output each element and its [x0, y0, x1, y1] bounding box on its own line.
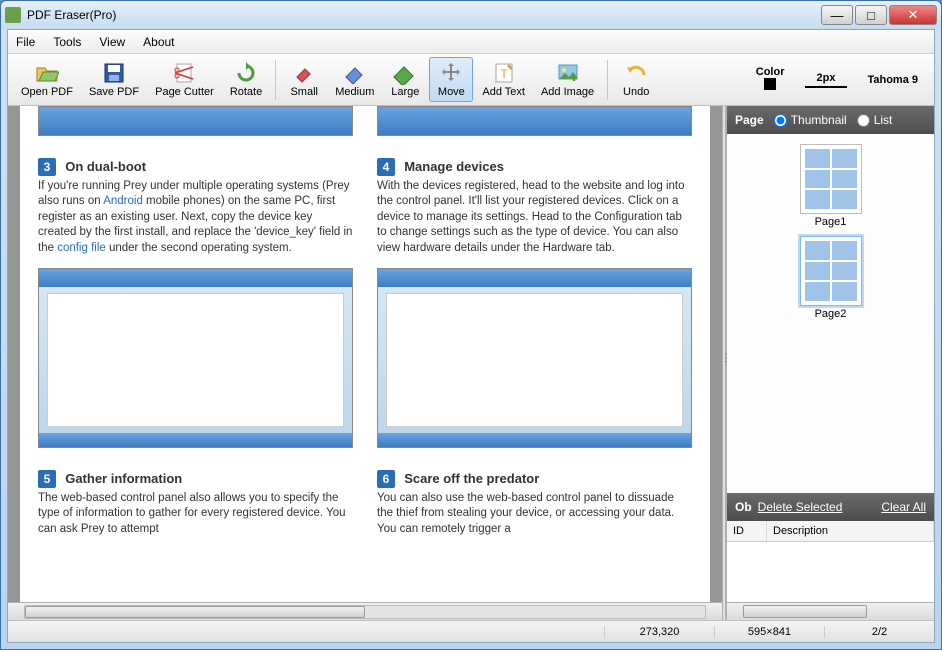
step-title: Scare off the predator — [404, 471, 539, 486]
menu-file[interactable]: File — [16, 35, 35, 49]
eraser-medium-button[interactable]: Medium — [328, 57, 381, 102]
image-icon — [556, 61, 580, 85]
col-description[interactable]: Description — [767, 521, 934, 541]
scissors-icon — [172, 61, 196, 85]
open-pdf-button[interactable]: Open PDF — [14, 57, 80, 102]
doc-screenshot — [38, 268, 353, 448]
step-5-block: 5 Gather information The web-based contr… — [38, 470, 353, 537]
col-id[interactable]: ID — [727, 521, 767, 541]
menu-tools[interactable]: Tools — [53, 35, 81, 49]
step-6-block: 6 Scare off the predator You can also us… — [377, 470, 692, 537]
side-horizontal-scrollbar[interactable] — [727, 602, 934, 620]
close-button[interactable]: ✕ — [889, 5, 937, 25]
page-content: 3 On dual-boot If you're running Prey un… — [20, 106, 710, 602]
table-body — [727, 542, 934, 602]
step-title: Gather information — [65, 471, 182, 486]
splitter-handle[interactable] — [722, 106, 726, 620]
toolbar: Open PDF Save PDF Page Cutter Rotate Sma… — [8, 54, 934, 106]
eraser-large-button[interactable]: Large — [383, 57, 427, 102]
save-pdf-button[interactable]: Save PDF — [82, 57, 146, 102]
step-title: On dual-boot — [65, 159, 146, 174]
step-body: The web-based control panel also allows … — [38, 491, 353, 538]
step-3-block: 3 On dual-boot If you're running Prey un… — [38, 158, 353, 256]
page-cutter-button[interactable]: Page Cutter — [148, 57, 221, 102]
document-viewport[interactable]: 3 On dual-boot If you're running Prey un… — [8, 106, 722, 602]
horizontal-scrollbar[interactable] — [8, 602, 722, 620]
doc-screenshot — [377, 268, 692, 448]
step-number: 3 — [38, 158, 56, 176]
menubar: File Tools View About — [8, 30, 934, 54]
step-body: With the devices registered, head to the… — [377, 179, 692, 257]
color-swatch-icon — [764, 78, 776, 90]
page-panel-header: Page Thumbnail List — [727, 106, 934, 134]
scrollbar-thumb[interactable] — [25, 606, 365, 618]
font-picker[interactable]: Tahoma 9 — [867, 74, 918, 86]
eraser-large-icon — [393, 61, 417, 85]
minimize-button[interactable]: — — [821, 5, 853, 25]
folder-open-icon — [35, 61, 59, 85]
step-number: 6 — [377, 470, 395, 488]
add-image-button[interactable]: Add Image — [534, 57, 601, 102]
window-controls: — □ ✕ — [821, 5, 937, 25]
maximize-button[interactable]: □ — [855, 5, 887, 25]
separator — [607, 60, 608, 100]
line-width-picker[interactable]: 2px — [805, 72, 848, 88]
objects-panel-header: Ob Delete Selected Clear All — [727, 493, 934, 521]
delete-selected-link[interactable]: Delete Selected — [758, 500, 843, 514]
eraser-small-icon — [292, 61, 316, 85]
view-list-radio[interactable]: List — [857, 113, 893, 127]
app-icon — [5, 7, 21, 23]
thumb-label: Page1 — [800, 216, 862, 228]
link-config-file[interactable]: config file — [57, 242, 106, 254]
step-number: 4 — [377, 158, 395, 176]
table-header: ID Description — [727, 521, 934, 542]
add-text-button[interactable]: T Add Text — [475, 57, 532, 102]
window-title: PDF Eraser(Pro) — [27, 8, 821, 22]
doc-screenshot — [38, 106, 353, 136]
rotate-button[interactable]: Rotate — [223, 57, 269, 102]
status-page-number: 2/2 — [824, 626, 934, 638]
titlebar[interactable]: PDF Eraser(Pro) — □ ✕ — [1, 1, 941, 29]
app-window: PDF Eraser(Pro) — □ ✕ File Tools View Ab… — [0, 0, 942, 650]
floppy-icon — [102, 61, 126, 85]
page-thumbnail-2[interactable]: Page2 — [800, 236, 862, 320]
link-android[interactable]: Android — [103, 195, 143, 207]
eraser-medium-icon — [343, 61, 367, 85]
objects-label: Ob — [735, 500, 752, 514]
step-4-block: 4 Manage devices With the devices regist… — [377, 158, 692, 256]
step-body: You can also use the web-based control p… — [377, 491, 692, 538]
move-button[interactable]: Move — [429, 57, 473, 102]
menu-view[interactable]: View — [99, 35, 125, 49]
toolbar-right: Color 2px Tahoma 9 — [756, 66, 928, 93]
menu-about[interactable]: About — [143, 35, 174, 49]
side-panel: Page Thumbnail List Page1 Page2 — [726, 106, 934, 620]
doc-screenshot — [377, 106, 692, 136]
objects-table: ID Description — [727, 521, 934, 602]
undo-icon — [624, 61, 648, 85]
statusbar: 273,320 595×841 2/2 — [8, 620, 934, 642]
status-coordinates: 273,320 — [604, 626, 714, 638]
step-title: Manage devices — [404, 159, 504, 174]
client-area: File Tools View About Open PDF Save PDF … — [7, 29, 935, 643]
canvas-area: 3 On dual-boot If you're running Prey un… — [8, 106, 722, 620]
scrollbar-thumb[interactable] — [743, 605, 867, 618]
thumbnails-area: Page1 Page2 — [727, 134, 934, 493]
view-thumbnail-radio[interactable]: Thumbnail — [774, 113, 847, 127]
text-icon: T — [492, 61, 516, 85]
thumb-label: Page2 — [800, 308, 862, 320]
color-picker[interactable]: Color — [756, 66, 785, 93]
eraser-small-button[interactable]: Small — [282, 57, 326, 102]
step-number: 5 — [38, 470, 56, 488]
clear-all-link[interactable]: Clear All — [881, 500, 926, 514]
separator — [275, 60, 276, 100]
page-label: Page — [735, 113, 764, 127]
rotate-icon — [234, 61, 258, 85]
undo-button[interactable]: Undo — [614, 57, 658, 102]
move-icon — [439, 61, 463, 85]
workspace: 3 On dual-boot If you're running Prey un… — [8, 106, 934, 620]
status-dimensions: 595×841 — [714, 626, 824, 638]
svg-text:T: T — [500, 67, 508, 81]
step-body: If you're running Prey under multiple op… — [38, 179, 353, 257]
page-thumbnail-1[interactable]: Page1 — [800, 144, 862, 228]
